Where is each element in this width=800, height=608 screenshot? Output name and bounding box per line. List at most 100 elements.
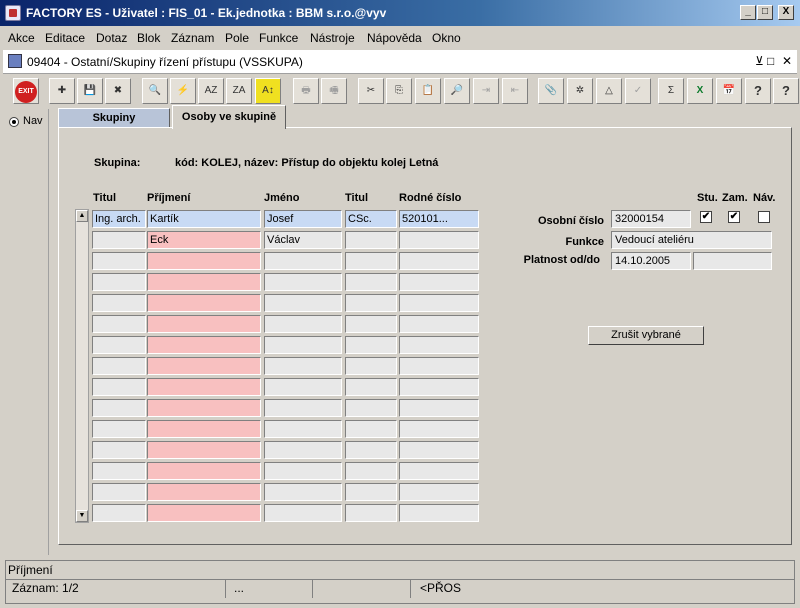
cell-titul-za[interactable] xyxy=(345,378,397,396)
student-checkbox[interactable]: ✔ xyxy=(700,211,712,223)
delete-record-button[interactable]: ✖ xyxy=(105,78,131,104)
cell-rodne-cislo[interactable] xyxy=(399,294,479,312)
context-help-button[interactable]: ? xyxy=(773,78,799,104)
cell-jmeno[interactable] xyxy=(264,252,342,270)
cell-jmeno[interactable] xyxy=(264,315,342,333)
cancel-selected-button[interactable]: Zrušit vybrané xyxy=(588,326,704,345)
cell-titul[interactable]: Ing. arch. xyxy=(92,210,146,228)
nav-radio[interactable] xyxy=(9,117,19,127)
cell-prijmeni[interactable] xyxy=(147,273,261,291)
copy-button[interactable]: ⎘ xyxy=(386,78,412,104)
cell-jmeno[interactable]: Václav xyxy=(264,231,342,249)
cell-prijmeni[interactable]: Kartík xyxy=(147,210,261,228)
cell-prijmeni[interactable] xyxy=(147,315,261,333)
menu-okno[interactable]: Okno xyxy=(432,31,461,45)
cell-titul[interactable] xyxy=(92,294,146,312)
cell-jmeno[interactable] xyxy=(264,378,342,396)
cell-rodne-cislo[interactable] xyxy=(399,420,479,438)
minimize-button[interactable]: _ xyxy=(740,5,756,20)
cell-rodne-cislo[interactable] xyxy=(399,231,479,249)
cell-titul-za[interactable] xyxy=(345,504,397,522)
cell-titul[interactable] xyxy=(92,504,146,522)
menu-napoveda[interactable]: Nápověda xyxy=(367,31,422,45)
cell-rodne-cislo[interactable] xyxy=(399,378,479,396)
print-setup-button[interactable]: 🖷 xyxy=(321,78,347,104)
valid-to-field[interactable] xyxy=(693,252,772,270)
cell-titul[interactable] xyxy=(92,399,146,417)
cell-titul[interactable] xyxy=(92,462,146,480)
cell-jmeno[interactable] xyxy=(264,441,342,459)
cell-prijmeni[interactable] xyxy=(147,378,261,396)
menu-editace[interactable]: Editace xyxy=(45,31,85,45)
print-button[interactable]: 🖶 xyxy=(293,78,319,104)
cell-jmeno[interactable] xyxy=(264,357,342,375)
cell-jmeno[interactable] xyxy=(264,273,342,291)
visitor-checkbox[interactable] xyxy=(758,211,770,223)
cell-titul-za[interactable] xyxy=(345,315,397,333)
help-button[interactable]: ? xyxy=(745,78,771,104)
cell-jmeno[interactable] xyxy=(264,399,342,417)
settings-button[interactable]: ✲ xyxy=(567,78,593,104)
valid-from-field[interactable]: 14.10.2005 xyxy=(611,252,691,270)
sum-button[interactable]: Σ xyxy=(658,78,684,104)
cell-titul[interactable] xyxy=(92,315,146,333)
cell-titul[interactable] xyxy=(92,378,146,396)
cell-jmeno[interactable]: Josef xyxy=(264,210,342,228)
cell-titul-za[interactable] xyxy=(345,420,397,438)
personal-number-field[interactable]: 32000154 xyxy=(611,210,691,228)
cell-titul-za[interactable] xyxy=(345,462,397,480)
cell-titul[interactable] xyxy=(92,441,146,459)
approve-button[interactable]: ✓ xyxy=(625,78,651,104)
enter-query-button[interactable]: 🔍 xyxy=(142,78,168,104)
cell-prijmeni[interactable] xyxy=(147,462,261,480)
cell-titul[interactable] xyxy=(92,357,146,375)
outdent-button[interactable]: ⇤ xyxy=(502,78,528,104)
menu-akce[interactable]: Akce xyxy=(8,31,35,45)
cell-prijmeni[interactable] xyxy=(147,420,261,438)
scroll-down-icon[interactable]: ▼ xyxy=(76,510,88,522)
cell-jmeno[interactable] xyxy=(264,483,342,501)
cell-rodne-cislo[interactable] xyxy=(399,483,479,501)
cell-prijmeni[interactable] xyxy=(147,357,261,375)
cell-rodne-cislo[interactable] xyxy=(399,315,479,333)
cell-titul-za[interactable] xyxy=(345,483,397,501)
cell-titul[interactable] xyxy=(92,336,146,354)
cell-jmeno[interactable] xyxy=(264,336,342,354)
calc-button[interactable]: △ xyxy=(596,78,622,104)
maximize-button[interactable]: □ xyxy=(757,5,773,20)
menu-funkce[interactable]: Funkce xyxy=(259,31,298,45)
tab-osoby-ve-skupine[interactable]: Osoby ve skupině xyxy=(172,105,286,129)
calendar-button[interactable]: 📅 xyxy=(716,78,742,104)
cell-rodne-cislo[interactable] xyxy=(399,462,479,480)
cell-rodne-cislo[interactable]: 520101... xyxy=(399,210,479,228)
table-scrollbar[interactable]: ▲ ▼ xyxy=(75,209,89,523)
form-close-icon[interactable]: ✕ xyxy=(782,54,792,68)
cell-titul-za[interactable] xyxy=(345,231,397,249)
cell-titul-za[interactable] xyxy=(345,273,397,291)
menu-nastroje[interactable]: Nástroje xyxy=(310,31,355,45)
sort-desc-button[interactable]: ZA xyxy=(226,78,252,104)
add-record-button[interactable]: ✚ xyxy=(49,78,75,104)
tab-skupiny[interactable]: Skupiny xyxy=(58,108,170,129)
cell-prijmeni[interactable] xyxy=(147,504,261,522)
cell-titul[interactable] xyxy=(92,483,146,501)
cell-rodne-cislo[interactable] xyxy=(399,273,479,291)
cell-titul[interactable] xyxy=(92,420,146,438)
execute-query-button[interactable]: ⚡ xyxy=(170,78,196,104)
form-restore-icon[interactable]: □ xyxy=(767,54,774,68)
exit-button[interactable]: EXIT xyxy=(13,78,39,104)
cut-button[interactable]: ✂ xyxy=(358,78,384,104)
cell-prijmeni[interactable] xyxy=(147,336,261,354)
sort-asc-button[interactable]: AZ xyxy=(198,78,224,104)
cell-rodne-cislo[interactable] xyxy=(399,252,479,270)
function-field[interactable]: Vedoucí ateliéru xyxy=(611,231,772,249)
employee-checkbox[interactable]: ✔ xyxy=(728,211,740,223)
paste-button[interactable]: 📋 xyxy=(415,78,441,104)
save-button[interactable]: 💾 xyxy=(77,78,103,104)
cell-rodne-cislo[interactable] xyxy=(399,441,479,459)
cell-titul-za[interactable] xyxy=(345,357,397,375)
cell-titul-za[interactable] xyxy=(345,252,397,270)
cell-prijmeni[interactable] xyxy=(147,294,261,312)
cell-jmeno[interactable] xyxy=(264,294,342,312)
cell-prijmeni[interactable] xyxy=(147,441,261,459)
